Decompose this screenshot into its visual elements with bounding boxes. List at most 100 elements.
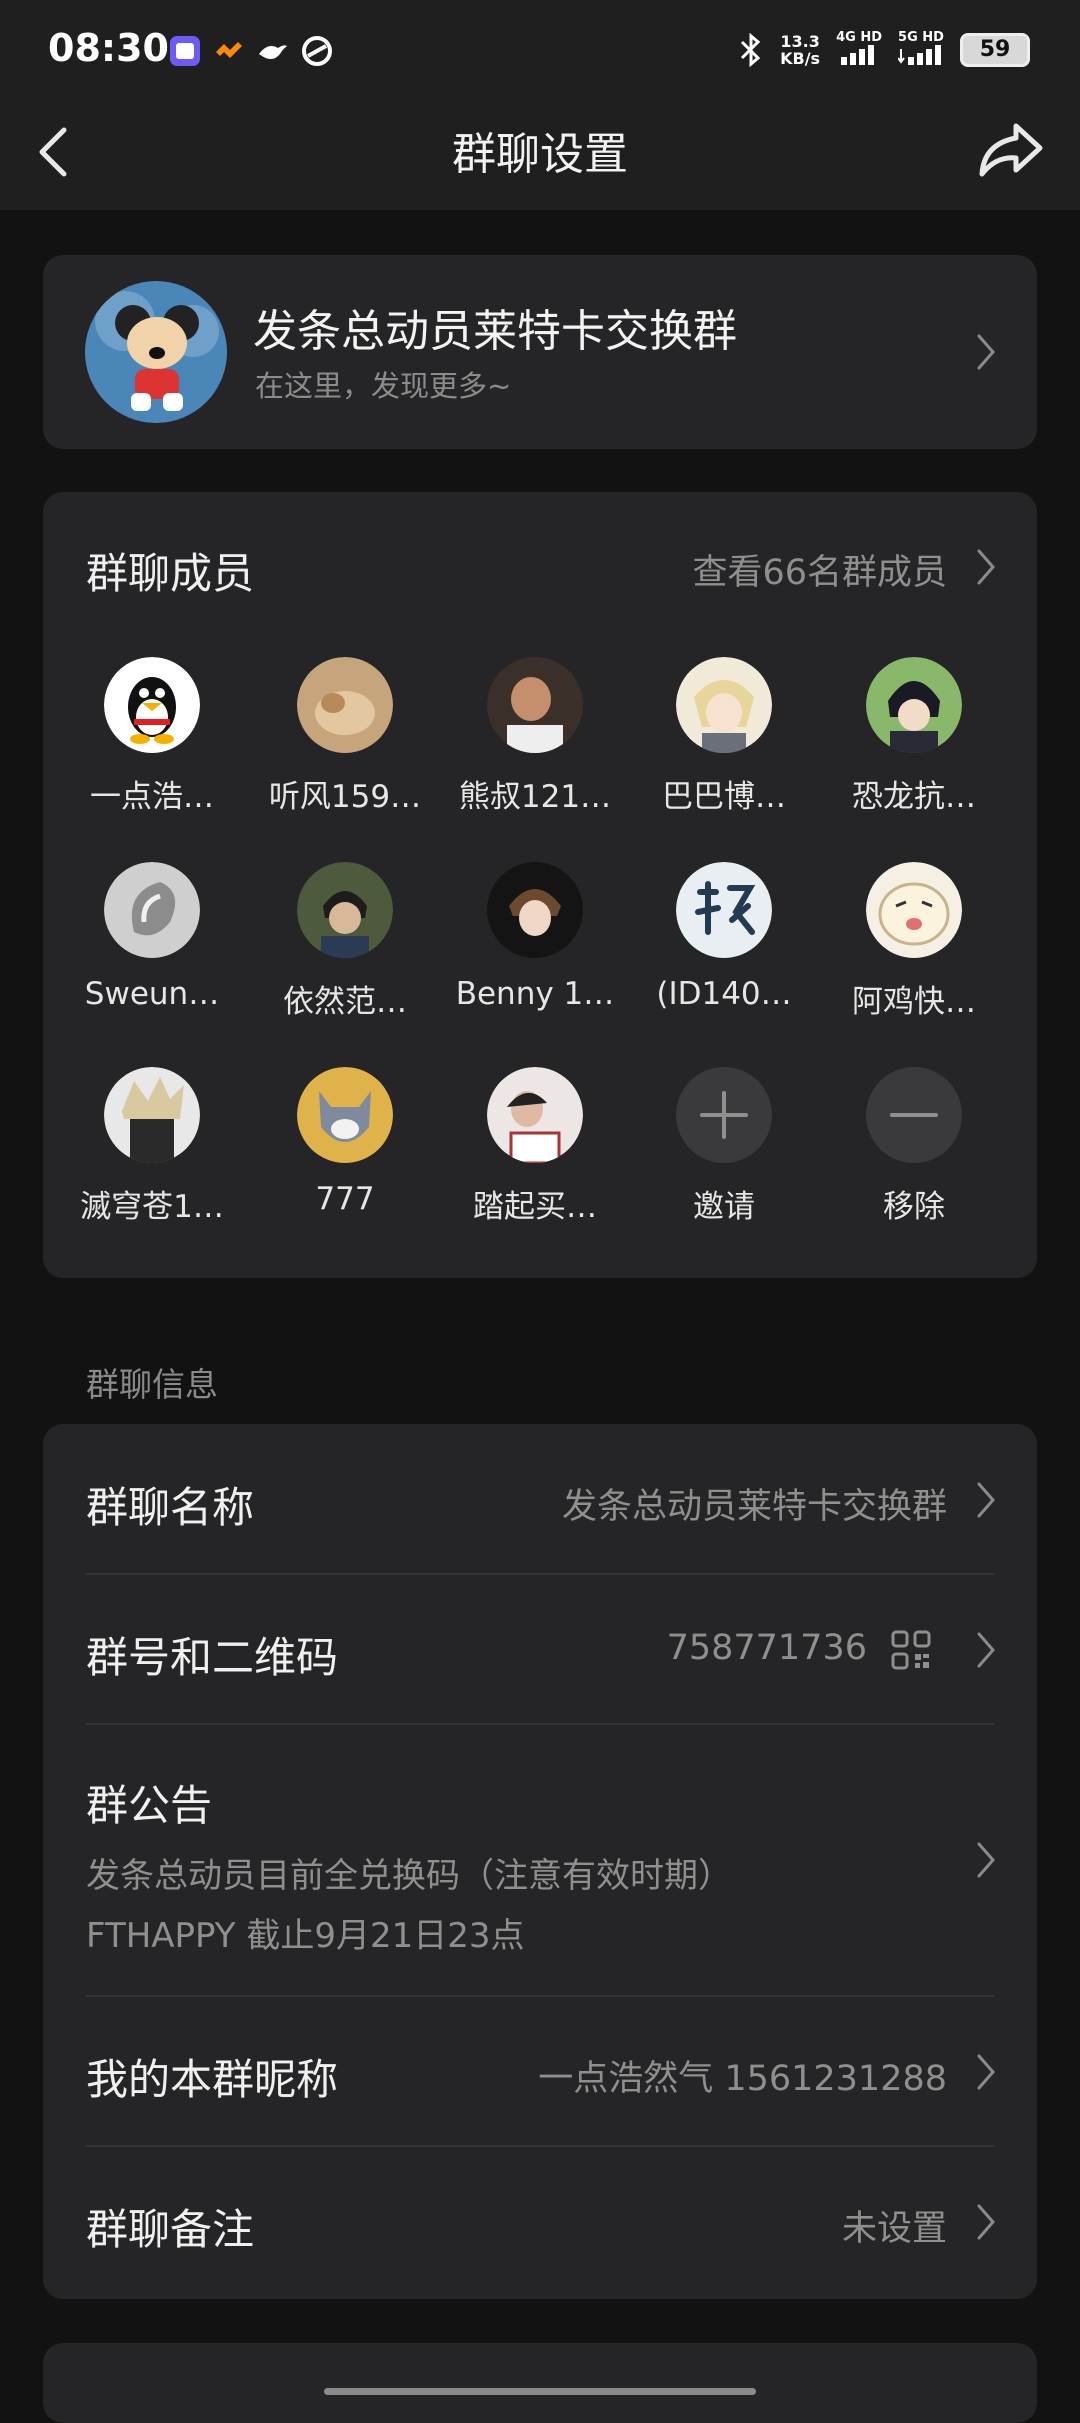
group-members-card: 群聊成员 查看66名群成员 一点浩… 听风159… 熊叔121… 巴巴博… 恐龙… <box>43 492 1037 1278</box>
chevron-right-icon <box>977 2204 995 2240</box>
chevron-right-icon <box>977 2054 995 2090</box>
member-avatar[interactable] <box>297 862 393 958</box>
view-all-members-link[interactable]: 查看66名群成员 <box>692 544 947 595</box>
chevron-right-icon <box>977 1482 995 1518</box>
member-name: 听风159… <box>268 779 422 815</box>
member-name: 阿鸡快… <box>852 984 976 1020</box>
group-remark-label: 群聊备注 <box>86 2205 255 2254</box>
group-id-qrcode-row[interactable]: 群号和二维码 758771736 <box>43 1574 1037 1724</box>
member-name: Sweun… <box>84 976 220 1012</box>
member-item[interactable]: 一点浩… <box>57 657 247 816</box>
member-avatar[interactable] <box>104 657 200 753</box>
group-id-label: 群号和二维码 <box>86 1633 339 1682</box>
group-name-label: 群聊名称 <box>86 1483 255 1532</box>
member-item[interactable]: (ID140… <box>629 862 819 1012</box>
chevron-right-icon[interactable] <box>975 547 997 587</box>
member-avatar[interactable] <box>866 657 962 753</box>
member-item[interactable]: 听风159… <box>250 657 440 816</box>
signal-bars-icon <box>897 45 941 65</box>
battery-indicator: 59 <box>960 33 1030 67</box>
group-notice-label: 群公告 <box>86 1781 213 1830</box>
remove-label: 移除 <box>883 1189 945 1225</box>
member-avatar[interactable] <box>487 1067 583 1163</box>
plus-icon[interactable] <box>676 1067 772 1163</box>
member-item[interactable]: Sweun… <box>57 862 247 1012</box>
member-avatar[interactable] <box>487 657 583 753</box>
member-name: 依然范… <box>283 984 407 1020</box>
chevron-right-icon <box>977 334 995 370</box>
next-settings-card <box>43 2343 1037 2423</box>
signal-bars-icon <box>841 45 875 65</box>
taobao-app-icon <box>216 42 242 58</box>
member-name: 踏起买… <box>473 1189 597 1225</box>
speed-unit: KB/s <box>780 49 821 68</box>
group-name-row[interactable]: 群聊名称 发条总动员莱特卡交换群 <box>43 1424 1037 1574</box>
bluetooth-icon <box>741 32 761 68</box>
app-notification-icon <box>302 36 332 66</box>
signal-5g-label: 5G HD <box>898 30 944 45</box>
group-name: 发条总动员莱特卡交换群 <box>253 306 737 357</box>
member-item[interactable]: 熊叔121… <box>440 657 630 816</box>
member-avatar[interactable] <box>104 1067 200 1163</box>
chevron-right-icon <box>977 1842 995 1878</box>
section-label-group-info: 群聊信息 <box>86 1365 218 1404</box>
member-name: Benny 1… <box>455 976 615 1012</box>
home-indicator[interactable] <box>324 2388 756 2395</box>
group-notice-line-2: FTHAPPY 截止9月21日23点 <box>86 1916 525 1956</box>
remove-member-button[interactable]: 移除 <box>819 1067 1009 1226</box>
chevron-right-icon <box>977 1632 995 1668</box>
member-avatar[interactable] <box>297 657 393 753</box>
invite-member-button[interactable]: 邀请 <box>629 1067 819 1226</box>
member-name: 熊叔121… <box>458 779 612 815</box>
member-name: 一点浩… <box>90 779 214 815</box>
group-avatar[interactable] <box>85 281 227 423</box>
signal-4g-label: 4G HD <box>836 30 882 45</box>
member-item[interactable]: 踏起买… <box>440 1067 630 1226</box>
page-title: 群聊设置 <box>452 129 628 180</box>
tieba-app-icon <box>170 36 200 66</box>
member-item[interactable]: 777 <box>250 1067 440 1217</box>
qr-code-icon[interactable] <box>891 1630 931 1670</box>
group-remark-value: 未设置 <box>841 2209 947 2249</box>
member-item[interactable]: Benny 1… <box>440 862 630 1012</box>
group-name-value: 发条总动员莱特卡交换群 <box>561 1487 947 1527</box>
navigation-bar: 群聊设置 <box>0 100 1080 210</box>
group-remark-row[interactable]: 群聊备注 未设置 <box>43 2146 1037 2296</box>
member-avatar[interactable] <box>104 862 200 958</box>
minus-icon[interactable] <box>866 1067 962 1163</box>
member-name: (ID140… <box>656 976 792 1012</box>
status-time: 08:30 <box>48 26 169 70</box>
member-item[interactable]: 依然范… <box>250 862 440 1021</box>
group-notice-line-1: 发条总动员目前全兑换码（注意有效时期） <box>86 1856 732 1896</box>
speed-value: 13.3 <box>780 32 820 51</box>
signal-5g: 5G HD <box>897 30 944 69</box>
status-bar: 08:30 13.3 KB/s 4G HD 5G HD 59 <box>0 0 1080 100</box>
member-avatar[interactable] <box>487 862 583 958</box>
group-notice-row[interactable]: 群公告 发条总动员目前全兑换码（注意有效时期） FTHAPPY 截止9月21日2… <box>43 1724 1037 1996</box>
member-avatar[interactable] <box>676 862 772 958</box>
member-name: 滅穹苍1… <box>80 1189 224 1225</box>
network-speed: 13.3 KB/s <box>780 33 820 67</box>
member-name: 巴巴博… <box>662 779 786 815</box>
member-name: 777 <box>315 1181 375 1217</box>
member-name: 恐龙抗… <box>852 779 976 815</box>
member-item[interactable]: 恐龙抗… <box>819 657 1009 816</box>
member-item[interactable]: 巴巴博… <box>629 657 819 816</box>
my-group-nickname-row[interactable]: 我的本群昵称 一点浩然气 1561231288 <box>43 1996 1037 2146</box>
status-indicators: 13.3 KB/s 4G HD 5G HD 59 <box>738 28 1030 72</box>
members-title: 群聊成员 <box>86 549 255 598</box>
share-icon[interactable] <box>976 118 1046 182</box>
member-avatar[interactable] <box>676 657 772 753</box>
my-nickname-value: 一点浩然气 1561231288 <box>538 2059 947 2099</box>
signal-4g: 4G HD <box>836 31 882 69</box>
group-id-value: 758771736 <box>666 1628 867 1668</box>
bird-app-icon <box>259 45 287 59</box>
member-avatar[interactable] <box>866 862 962 958</box>
my-nickname-label: 我的本群昵称 <box>86 2055 339 2104</box>
group-info-card: 群聊名称 发条总动员莱特卡交换群 群号和二维码 758771736 群公告 发条… <box>43 1424 1037 2299</box>
member-item[interactable]: 阿鸡快… <box>819 862 1009 1021</box>
group-subtitle: 在这里，发现更多~ <box>255 369 512 403</box>
member-item[interactable]: 滅穹苍1… <box>57 1067 247 1226</box>
group-profile-card[interactable]: 发条总动员莱特卡交换群 在这里，发现更多~ <box>43 255 1037 449</box>
member-avatar[interactable] <box>297 1067 393 1163</box>
